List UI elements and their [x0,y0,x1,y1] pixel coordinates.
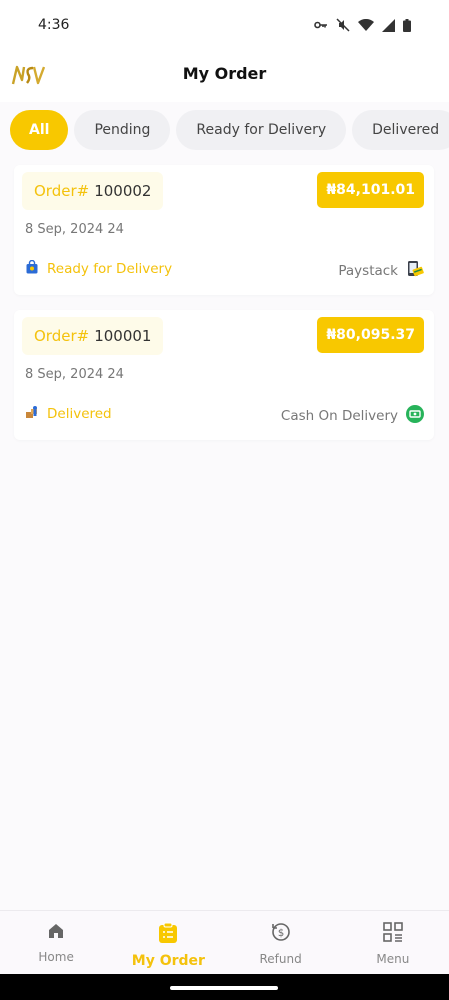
svg-text:$: $ [277,928,283,939]
system-nav-bar [0,974,449,1000]
cash-icon [406,405,424,427]
refund-icon: $ [271,922,291,946]
clipboard-icon [158,922,178,948]
mute-icon [336,18,350,32]
card-icon [406,260,424,282]
key-icon [314,20,328,30]
status-bar: 4:36 [0,0,449,50]
order-card[interactable]: Order# 100001 ₦ 80,095.37 8 Sep, 2024 24… [14,310,434,440]
currency-symbol: ₦ [326,327,337,343]
order-card[interactable]: Order# 100002 ₦ 84,101.01 8 Sep, 2024 24… [14,165,434,295]
order-payment-method: Paystack [338,263,398,279]
page-title: My Order [182,64,267,83]
delivery-box-icon [25,405,39,423]
wifi-icon [358,19,374,31]
order-payment: Cash On Delivery [281,405,424,427]
order-filter-tabs: All Pending Ready for Delivery Delivered [10,110,449,152]
order-id: Order# 100001 [22,317,164,355]
status-icons [314,18,411,32]
nav-menu-label: Menu [376,952,410,966]
order-list: Order# 100002 ₦ 84,101.01 8 Sep, 2024 24… [14,165,434,455]
tab-pending[interactable]: Pending [74,110,171,150]
home-indicator[interactable] [170,986,278,990]
order-status-text: Ready for Delivery [47,261,173,277]
order-price: 80,095.37 [336,327,415,343]
tab-all[interactable]: All [10,110,69,150]
nav-home[interactable]: Home [0,911,112,974]
order-price: 84,101.01 [336,182,415,198]
menu-grid-icon [383,922,403,946]
order-id-label: Order# [34,327,90,345]
order-status: Delivered [25,405,112,423]
tab-delivered[interactable]: Delivered [352,110,449,150]
bag-icon [25,259,39,278]
order-date: 8 Sep, 2024 24 [25,222,124,237]
order-status-text: Delivered [47,406,112,422]
nav-my-order-label: My Order [131,953,205,969]
order-id: Order# 100002 [22,172,164,210]
order-status: Ready for Delivery [25,259,173,278]
nav-menu[interactable]: Menu [337,911,449,974]
order-id-number: 100002 [94,182,152,200]
status-time: 4:36 [38,17,70,33]
tab-ready-for-delivery[interactable]: Ready for Delivery [176,110,347,150]
order-id-label: Order# [34,182,90,200]
order-price-badge: ₦ 84,101.01 [317,172,424,208]
battery-icon [403,18,411,32]
nav-home-label: Home [38,950,74,964]
order-date: 8 Sep, 2024 24 [25,367,124,382]
nav-my-order[interactable]: My Order [112,911,224,974]
nav-refund-label: Refund [259,952,302,966]
nav-refund[interactable]: $ Refund [225,911,337,974]
order-price-badge: ₦ 80,095.37 [317,317,424,353]
app-header: My Order [0,50,449,102]
order-payment-method: Cash On Delivery [280,408,398,424]
order-id-number: 100001 [94,327,152,345]
bottom-nav: Home My Order $ Refund Menu [0,910,449,974]
currency-symbol: ₦ [326,182,337,198]
order-payment: Paystack [338,260,424,282]
home-icon [47,922,65,944]
signal-icon [382,18,395,32]
